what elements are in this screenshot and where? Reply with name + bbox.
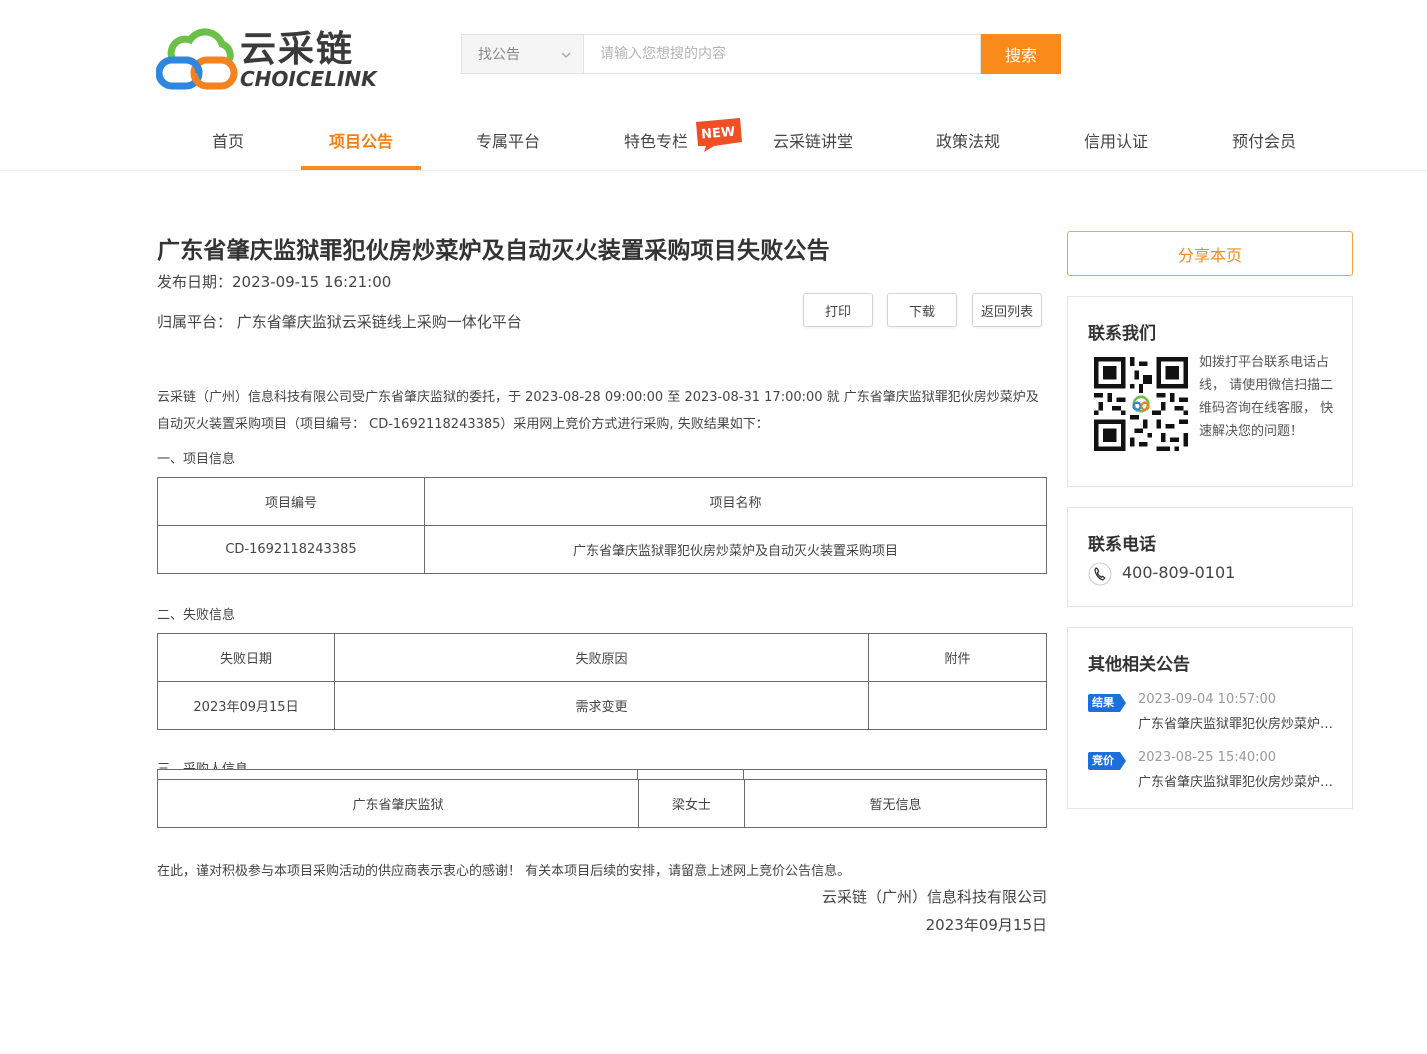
notice-title[interactable]: 广东省肇庆监狱罪犯伙房炒菜炉及自动灭火装置采购项目结果公告 [1138, 713, 1338, 732]
table-row: 广东省肇庆监狱 梁女士 暂无信息 [157, 779, 1047, 828]
related-notice-item[interactable]: 结果 2023-09-04 10:57:00 广东省肇庆监狱罪犯伙房炒菜炉及自动… [1088, 692, 1338, 736]
contact-phone-title: 联系电话 [1088, 535, 1156, 555]
notice-tag-label: 竞价 [1092, 754, 1114, 767]
contact-phone-card: 联系电话 400-809-0101 [1067, 507, 1353, 607]
search-input[interactable] [583, 34, 981, 74]
contact-phone-number[interactable]: 400-809-0101 [1122, 563, 1235, 582]
table-header-cell: 项目名称 [424, 477, 1047, 526]
nav-lecture-hall[interactable]: 云采链讲堂 [760, 116, 866, 170]
attachment-cell [868, 681, 1047, 730]
notice-title[interactable]: 广东省肇庆监狱罪犯伙房炒菜炉及自动灭火装置采购项目竞价公告 [1138, 771, 1338, 790]
contact-info-cell: 暂无信息 [744, 779, 1047, 828]
contact-us-title: 联系我们 [1088, 324, 1156, 344]
table-row: 2023年09月15日 需求变更 [157, 681, 1047, 730]
section-project-info-heading: 一、项目信息 [157, 452, 236, 467]
related-notices-title: 其他相关公告 [1088, 655, 1190, 675]
search-type-select[interactable]: 找公告 [461, 34, 583, 74]
nav-credit-certification[interactable]: 信用认证 [1070, 116, 1162, 170]
phone-icon [1088, 562, 1112, 586]
new-badge: NEW [696, 118, 742, 152]
table-header-cell: 附件 [868, 633, 1047, 682]
project-info-table: 项目编号 项目名称 CD-1692118243385 广东省肇庆监狱罪犯伙房炒菜… [157, 477, 1047, 574]
nav-prepaid-member[interactable]: 预付会员 [1218, 116, 1310, 170]
print-button[interactable]: 打印 [803, 293, 873, 327]
search-type-value: 找公告 [478, 47, 520, 63]
contact-us-text: 如拨打平台联系电话占线， 请使用微信扫描二维码咨询在线客服， 快速解决您的问题！ [1199, 355, 1334, 439]
notice-date: 2023-09-04 10:57:00 [1138, 692, 1277, 707]
header-divider [0, 170, 1427, 171]
table-row: CD-1692118243385 广东省肇庆监狱罪犯伙房炒菜炉及自动灭火装置采购… [157, 525, 1047, 574]
table-header-cell: 失败原因 [334, 633, 869, 682]
new-badge-text: NEW [701, 125, 736, 143]
notice-date: 2023-08-25 15:40:00 [1138, 750, 1277, 765]
publish-date: 发布日期：2023-09-15 16:21:00 [157, 273, 392, 291]
search-bar: 找公告 搜索 [461, 34, 1061, 74]
purchaser-info-table: 广东省肇庆监狱 梁女士 暂无信息 [157, 779, 1047, 828]
intro-paragraph: 云采链（广州）信息科技有限公司受广东省肇庆监狱的委托，于 2023-08-28 … [157, 390, 1039, 432]
nav-home[interactable]: 首页 [188, 116, 268, 170]
related-notices-card: 其他相关公告 结果 2023-09-04 10:57:00 广东省肇庆监狱罪犯伙… [1067, 627, 1353, 809]
site-logo[interactable]: 云采链 CHOICELINK [156, 28, 377, 92]
table-header-row: 项目编号 项目名称 [157, 477, 1047, 526]
cloud-link-logo-icon [156, 28, 238, 90]
project-number-cell: CD-1692118243385 [157, 525, 425, 574]
closing-paragraph: 在此，谨对积极参与本项目采购活动的供应商表示衷心的感谢！ 有关本项目后续的安排，… [157, 864, 851, 879]
failure-info-table: 失败日期 失败原因 附件 2023年09月15日 需求变更 [157, 633, 1047, 730]
download-button[interactable]: 下载 [887, 293, 957, 327]
page-title: 广东省肇庆监狱罪犯伙房炒菜炉及自动灭火装置采购项目失败公告 [157, 238, 830, 264]
contact-person-cell: 梁女士 [638, 779, 745, 828]
nav-project-notices[interactable]: 项目公告 [301, 116, 421, 170]
nav-policy-regulations[interactable]: 政策法规 [922, 116, 1014, 170]
contact-us-card: 联系我们 如拨打平台联系电话占线， 请使用微信扫描二维码咨询在线客服， 快速解决… [1067, 296, 1353, 487]
purchaser-table-top-edge [157, 769, 1047, 780]
main-nav: 首页 项目公告 专属平台 特色专栏 云采链讲堂 政策法规 信用认证 预付会员 [156, 116, 1356, 170]
logo-chinese-text: 云采链 [240, 29, 355, 70]
section-failure-info-heading: 二、失败信息 [157, 608, 236, 623]
failure-reason-cell: 需求变更 [334, 681, 869, 730]
signature-date: 2023年09月15日 [925, 916, 1047, 934]
back-to-list-button[interactable]: 返回列表 [972, 293, 1042, 327]
wechat-qr-code [1094, 357, 1188, 451]
nav-featured-column[interactable]: 特色专栏 [610, 116, 702, 170]
notice-tag-label: 结果 [1092, 696, 1114, 709]
related-notice-item[interactable]: 竞价 2023-08-25 15:40:00 广东省肇庆监狱罪犯伙房炒菜炉及自动… [1088, 750, 1338, 794]
logo-english-text: CHOICELINK [240, 67, 377, 91]
project-name-cell: 广东省肇庆监狱罪犯伙房炒菜炉及自动灭火装置采购项目 [424, 525, 1047, 574]
platform-info: 归属平台： 广东省肇庆监狱云采链线上采购一体化平台 [157, 313, 522, 331]
table-header-row: 失败日期 失败原因 附件 [157, 633, 1047, 682]
nav-exclusive-platform[interactable]: 专属平台 [462, 116, 554, 170]
search-button[interactable]: 搜索 [981, 34, 1061, 74]
signature-company: 云采链（广州）信息科技有限公司 [821, 888, 1047, 906]
table-header-cell: 项目编号 [157, 477, 425, 526]
chevron-down-icon [561, 52, 571, 58]
purchaser-name-cell: 广东省肇庆监狱 [157, 779, 639, 828]
table-header-cell: 失败日期 [157, 633, 335, 682]
failure-date-cell: 2023年09月15日 [157, 681, 335, 730]
share-page-button[interactable]: 分享本页 [1067, 231, 1353, 276]
